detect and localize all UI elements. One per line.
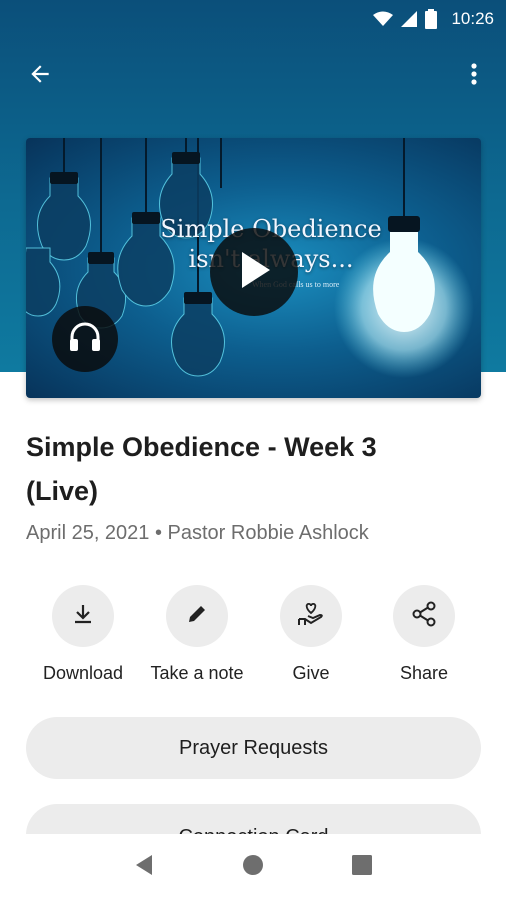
play-icon [236,250,272,295]
status-bar: 10:26 [0,0,506,38]
app-bar [0,52,506,96]
give-action[interactable]: Give [254,585,368,684]
sermon-date-speaker: April 25, 2021 • Pastor Robbie Ashlock [26,522,369,544]
give-label: Give [292,663,330,683]
share-icon [411,601,437,632]
square-recents-icon [351,854,372,880]
action-row: Download Take a note Give Share [26,585,481,695]
headphones-icon [68,321,102,358]
back-button[interactable] [20,58,60,94]
signal-icon [401,11,418,27]
give-heart-hand-icon [297,601,325,632]
give-button[interactable] [280,585,342,647]
download-label: Download [42,663,124,683]
take-note-button[interactable] [166,585,228,647]
system-navigation-bar [0,834,506,900]
take-note-label: Take a note [150,663,244,683]
play-button[interactable] [210,228,298,316]
scroll-clip-region: Connection Card [0,800,506,834]
arrow-left-icon [27,61,53,92]
connection-card-button[interactable]: Connection Card [26,804,481,834]
sermon-media-player[interactable]: Simple Obedience isn't always... When Go… [26,138,481,398]
listen-audio-button[interactable] [52,306,118,372]
pencil-icon [185,602,209,631]
take-note-action[interactable]: Take a note [140,585,254,684]
download-button[interactable] [52,585,114,647]
wifi-icon [373,11,394,27]
nav-back-button[interactable] [124,847,164,887]
download-action[interactable]: Download [26,585,140,684]
circle-home-icon [242,854,264,881]
sermon-title: Simple Obedience - Week 3 (Live) [26,432,377,506]
status-time: 10:26 [451,9,494,28]
nav-recents-button[interactable] [342,847,382,887]
share-label: Share [399,663,449,683]
more-options-button[interactable] [456,58,492,94]
nav-home-button[interactable] [233,847,273,887]
share-action[interactable]: Share [367,585,481,684]
share-button[interactable] [393,585,455,647]
battery-icon [425,9,438,29]
triangle-back-icon [134,854,154,881]
more-vert-icon [470,62,478,91]
download-icon [71,602,95,631]
prayer-requests-button[interactable]: Prayer Requests [26,717,481,779]
